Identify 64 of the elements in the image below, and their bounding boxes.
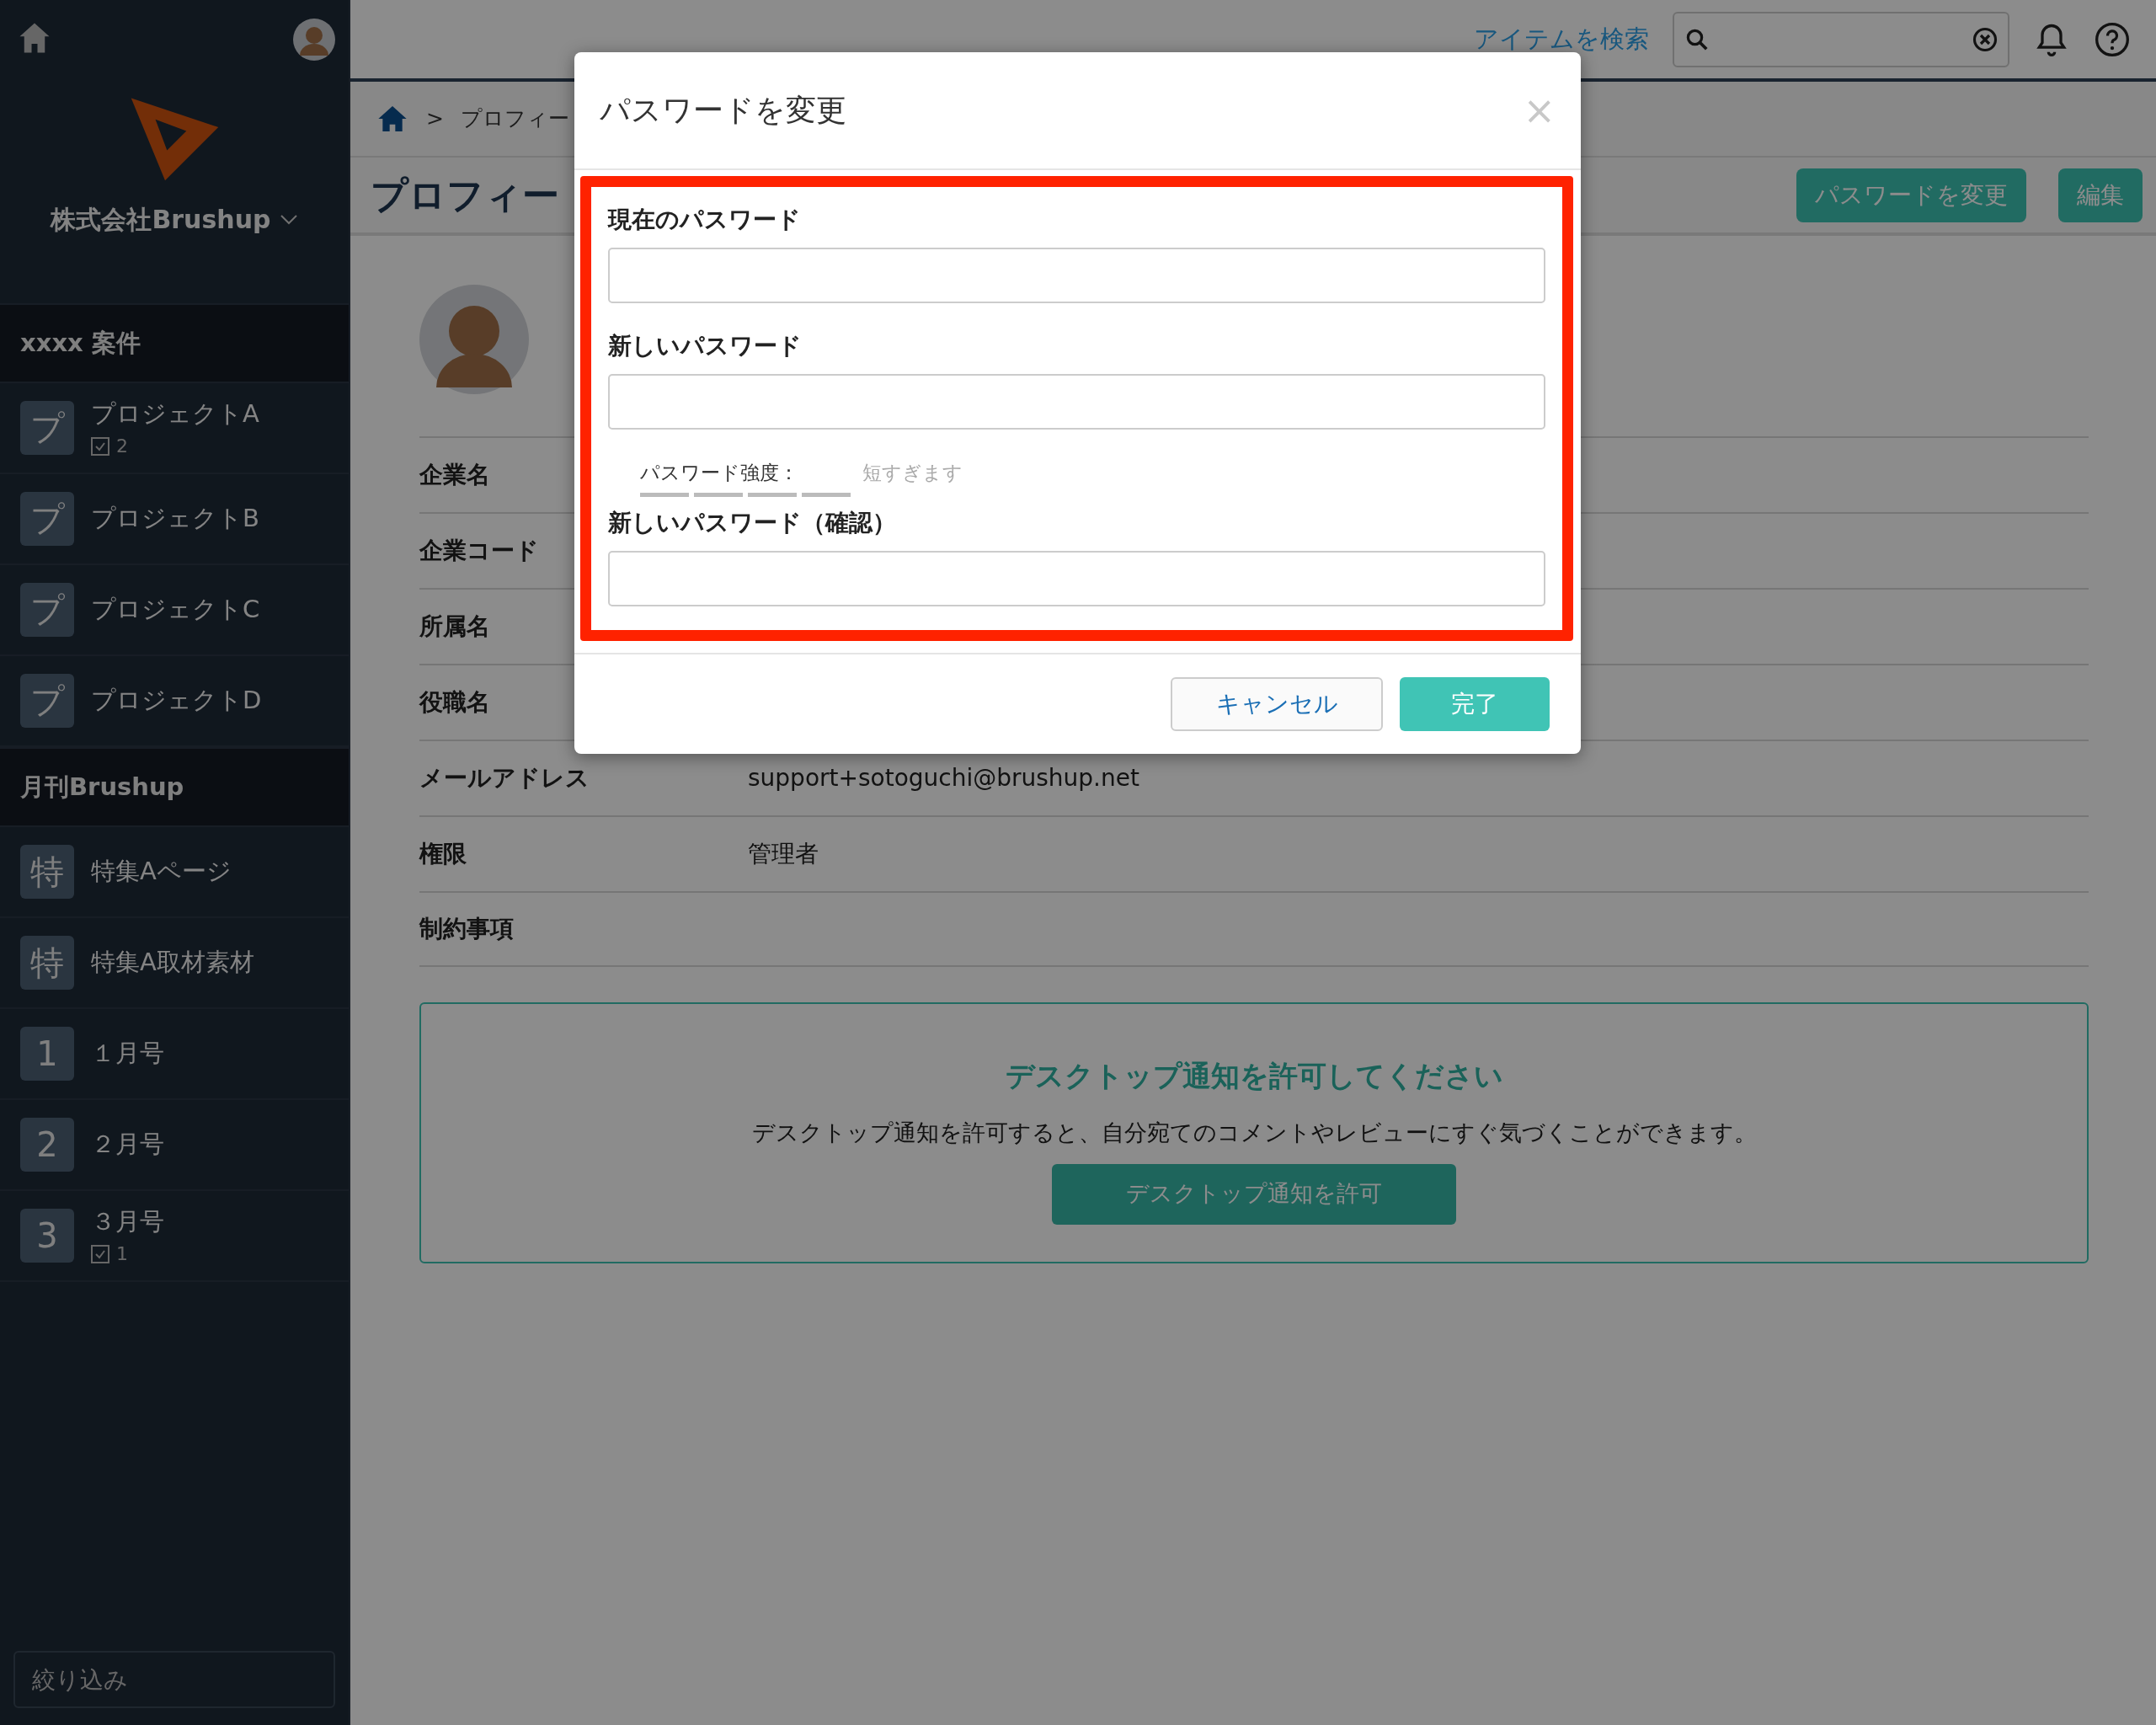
- breadcrumb-separator: >: [426, 105, 444, 133]
- item-label: プロジェクトB: [91, 503, 259, 535]
- password-field[interactable]: [608, 374, 1545, 430]
- task-icon: [91, 436, 109, 456]
- field-label: 新しいパスワード（確認）: [608, 507, 897, 538]
- task-count: 2: [116, 435, 128, 459]
- field-value: support+sotoguchi@brushup.net: [748, 763, 1139, 793]
- sidebar-item[interactable]: 2 ２月号: [0, 1100, 349, 1191]
- notification-text: デスクトップ通知を許可すると、自分宛てのコメントやレビューにすぐ気づくことができます。: [751, 1119, 1757, 1147]
- field-value: 管理者: [748, 839, 819, 869]
- field-label: 所属名: [419, 611, 490, 642]
- company-selector[interactable]: 株式会社Brushup: [51, 200, 298, 238]
- avatar-icon[interactable]: [293, 19, 335, 61]
- strength-reading: 短すぎます: [862, 461, 963, 485]
- page-title: プロフィー: [371, 172, 559, 218]
- field-label: 現在のパスワード: [608, 205, 802, 235]
- item-badge: 特: [20, 936, 74, 990]
- group-title: xxxx 案件: [20, 327, 141, 359]
- item-label: プロジェクトC: [91, 594, 260, 626]
- item-badge: 特: [20, 845, 74, 899]
- item-label: プロジェクトA: [91, 398, 259, 430]
- password-field[interactable]: [608, 248, 1545, 303]
- group-title: 月刊Brushup: [20, 771, 184, 803]
- filter-field[interactable]: 絞り込み: [13, 1651, 335, 1708]
- sidebar-item[interactable]: 特 特集Aページ: [0, 827, 349, 918]
- item-label: ３月号: [91, 1205, 164, 1237]
- item-badge: プ: [20, 674, 74, 728]
- sidebar-item[interactable]: 1 １月号: [0, 1009, 349, 1100]
- item-label: 特集Aページ: [91, 856, 232, 888]
- field-label: 役職名: [419, 687, 490, 718]
- field-label: 権限: [419, 839, 467, 869]
- password-field[interactable]: [608, 550, 1545, 606]
- item-label: 特集A取材素材: [91, 947, 254, 979]
- item-badge: プ: [20, 401, 74, 455]
- item-label: ２月号: [91, 1129, 164, 1161]
- item-label: プロジェクトD: [91, 685, 262, 717]
- field-label: メールアドレス: [419, 763, 590, 793]
- breadcrumb-item[interactable]: プロフィー: [460, 103, 569, 135]
- field-label: 新しいパスワード: [608, 331, 803, 361]
- sidebar-item[interactable]: 特 特集A取材素材: [0, 918, 349, 1009]
- field-label: 企業名: [419, 460, 490, 490]
- sidebar-item[interactable]: プ プロジェクトC: [0, 565, 349, 656]
- sidebar-item[interactable]: プ プロジェクトA 2: [0, 383, 349, 474]
- clear-icon[interactable]: [1972, 26, 1998, 52]
- strength-label: パスワード強度：: [640, 462, 798, 483]
- item-badge: 1: [20, 1027, 74, 1081]
- item-label: １月号: [91, 1038, 164, 1070]
- help-icon[interactable]: [2094, 20, 2131, 58]
- avatar-icon: [419, 285, 529, 394]
- sidebar-item[interactable]: 3 ３月号 1: [0, 1191, 349, 1282]
- task-count: 1: [116, 1242, 128, 1267]
- field-label: 制約事項: [419, 914, 514, 944]
- field-label: 企業コード: [419, 536, 539, 566]
- item-badge: プ: [20, 492, 74, 546]
- chevron-down-icon: [279, 213, 298, 226]
- item-badge: 2: [20, 1118, 74, 1172]
- item-badge: プ: [20, 583, 74, 637]
- dialog-title: パスワードを変更: [600, 92, 846, 129]
- task-icon: [91, 1244, 109, 1263]
- cancel-button[interactable]: キャンセル: [1171, 676, 1383, 731]
- notification-title: デスクトップ通知を許可してください: [1005, 1058, 1503, 1094]
- search-field[interactable]: [1673, 11, 2009, 67]
- item-badge: 3: [20, 1209, 74, 1263]
- sidebar-item[interactable]: プ プロジェクトB: [0, 474, 349, 565]
